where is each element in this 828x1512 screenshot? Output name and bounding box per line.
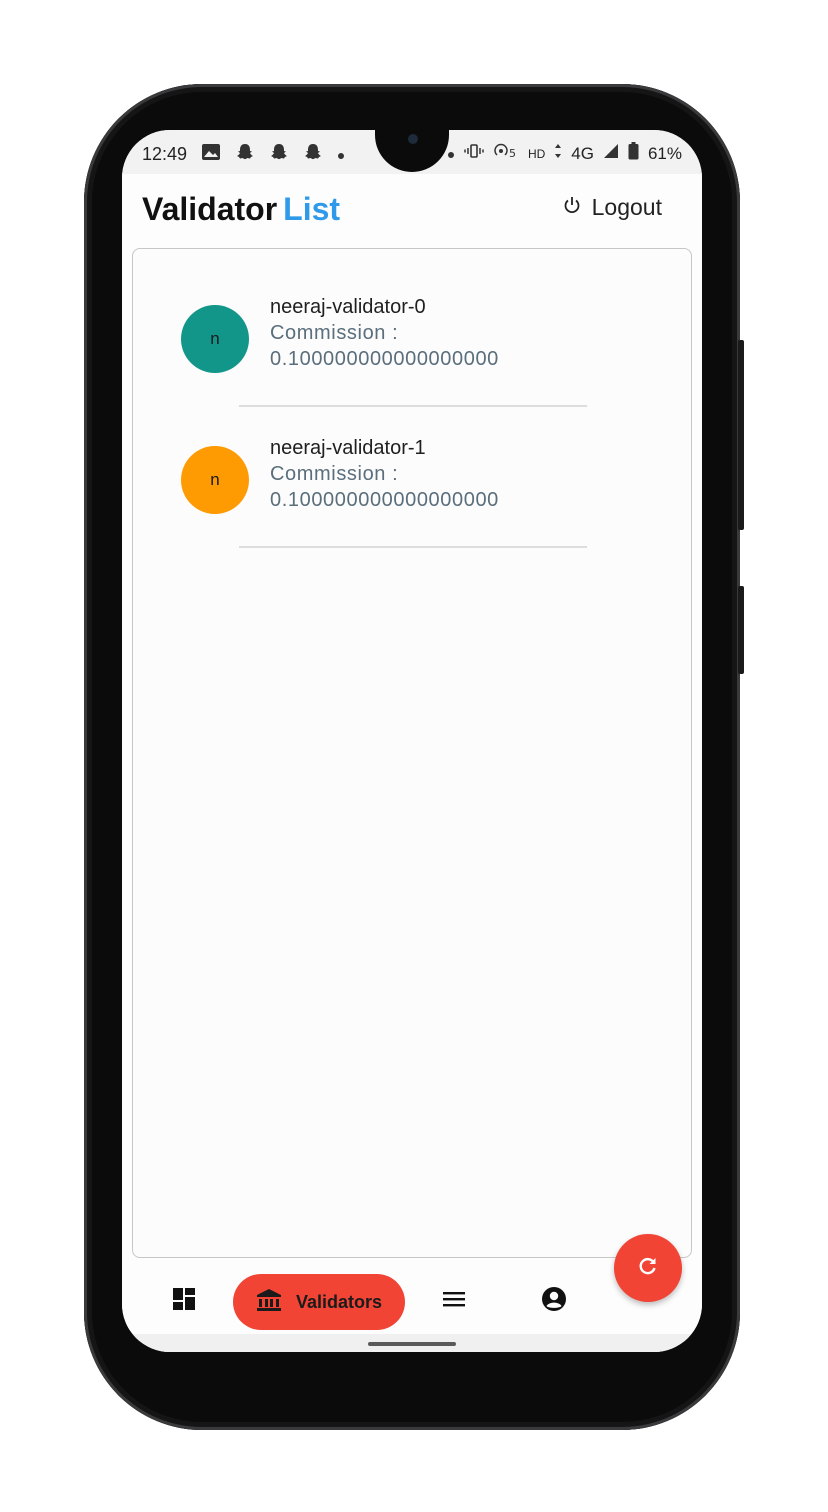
snapchat-icon	[269, 142, 289, 167]
commission-value: 0.100000000000000000	[270, 489, 499, 511]
divider	[239, 546, 587, 548]
home-indicator[interactable]	[368, 1342, 456, 1346]
avatar-initial: n	[210, 329, 220, 348]
app-bar: Validator List Logout	[122, 174, 702, 246]
logout-button[interactable]: Logout	[562, 194, 662, 221]
avatar-initial: n	[210, 470, 220, 489]
account-circle-icon	[541, 1286, 567, 1317]
title-main: Validator	[142, 191, 278, 227]
nav-validators-label: Validators	[295, 1291, 383, 1312]
status-bar: 12:49 5 HD 4G 61%	[122, 130, 702, 174]
power-button	[738, 340, 744, 530]
validator-item-0[interactable]: n neeraj-validator-0 Commission : 0.1000…	[181, 296, 601, 411]
validator-item-1[interactable]: n neeraj-validator-1 Commission : 0.1000…	[181, 437, 601, 552]
divider	[239, 405, 587, 407]
refresh-icon	[637, 1255, 659, 1282]
menu-icon	[442, 1290, 466, 1313]
snapchat-icon	[235, 142, 255, 167]
nav-dashboard[interactable]	[164, 1268, 204, 1334]
logout-label: Logout	[591, 194, 662, 220]
page-title: Validator List	[142, 191, 340, 228]
network-type: 4G	[571, 143, 594, 163]
commission-value: 0.100000000000000000	[270, 348, 499, 370]
dot-icon	[447, 144, 455, 164]
refresh-button[interactable]	[614, 1234, 682, 1302]
data-arrows-icon	[554, 143, 562, 164]
validator-name: neeraj-validator-1	[270, 437, 426, 459]
title-accent: List	[283, 191, 341, 227]
nav-validators[interactable]: Validators	[233, 1274, 405, 1330]
app-screen: 12:49 5 HD 4G 61% Validator List Logout …	[122, 130, 702, 1352]
front-camera	[408, 134, 418, 144]
status-time: 12:49	[142, 144, 188, 164]
commission-label: Commission :	[270, 322, 399, 344]
gesture-bar	[122, 1334, 702, 1352]
bank-icon	[256, 1288, 282, 1317]
hd-label: HD	[527, 146, 546, 161]
validator-name: neeraj-validator-0	[270, 296, 426, 318]
vibrate-icon	[464, 143, 484, 164]
avatar: n	[181, 305, 249, 373]
battery-percent: 61%	[647, 143, 682, 163]
camera-notch	[375, 130, 449, 172]
image-icon	[201, 143, 221, 166]
snapchat-icon	[303, 142, 323, 167]
battery-icon	[628, 142, 639, 165]
nav-menu[interactable]	[434, 1268, 474, 1334]
commission-label: Commission :	[270, 463, 399, 485]
signal-icon	[603, 143, 619, 164]
power-icon	[562, 194, 582, 221]
dot-icon	[337, 144, 345, 165]
validator-list-card: n neeraj-validator-0 Commission : 0.1000…	[132, 248, 692, 1258]
dashboard-icon	[173, 1287, 195, 1315]
avatar: n	[181, 446, 249, 514]
hotspot-icon: 5	[493, 143, 519, 164]
volume-button	[738, 586, 744, 674]
nav-account[interactable]	[532, 1268, 576, 1334]
svg-text:5: 5	[509, 147, 516, 159]
